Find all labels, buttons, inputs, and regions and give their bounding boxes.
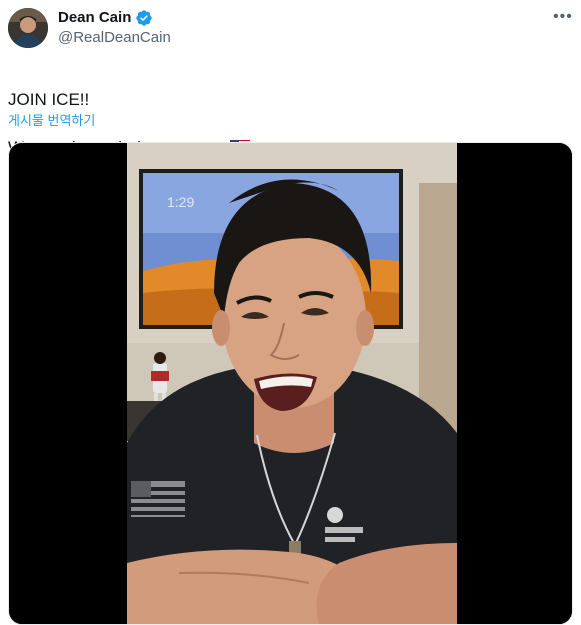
verified-badge-icon [136, 10, 153, 26]
tweet-line-1: JOIN ICE!! [8, 90, 90, 109]
shirt-flag-patch [131, 481, 185, 517]
author-name-row: Dean Cain [58, 8, 153, 28]
display-name[interactable]: Dean Cain [58, 8, 131, 28]
author-handle[interactable]: @RealDeanCain [58, 28, 171, 48]
avatar[interactable] [8, 8, 48, 48]
translate-post-link[interactable]: 게시물 번역하기 [8, 112, 95, 130]
more-options-icon[interactable]: ••• [553, 9, 573, 25]
tv-clock: 1:29 [167, 194, 194, 210]
avatar-image [8, 8, 48, 48]
video-player[interactable]: 1:29 [8, 142, 573, 625]
video-frame: 1:29 [9, 143, 572, 624]
